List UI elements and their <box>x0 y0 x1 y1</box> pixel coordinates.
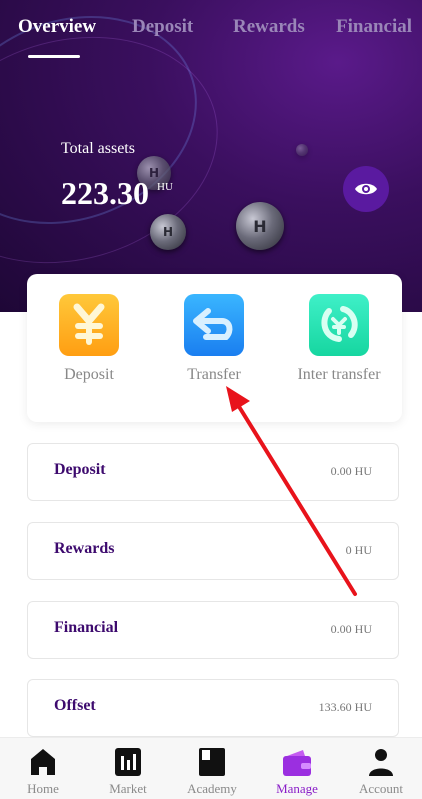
row-value: 0.00 HU <box>330 464 372 478</box>
nav-manage[interactable]: Manage <box>262 746 332 797</box>
deposit-action-button[interactable]: Deposit <box>34 294 144 384</box>
user-icon <box>369 749 393 776</box>
bottom-navigation: Home Market Academy Manage Account <box>0 737 422 799</box>
total-assets-unit: HU <box>157 181 173 193</box>
row-title: Deposit <box>54 461 106 478</box>
nav-label: Market <box>109 781 147 796</box>
total-assets-value: 223.30 <box>61 175 149 211</box>
chart-icon <box>115 748 141 776</box>
toggle-visibility-button[interactable] <box>343 166 389 212</box>
coin-decoration: H <box>150 214 186 250</box>
tab-rewards[interactable]: Rewards <box>233 16 305 38</box>
nav-label: Manage <box>276 781 318 796</box>
transfer-action-label: Transfer <box>187 366 241 383</box>
nav-market[interactable]: Market <box>93 746 163 797</box>
rewards-row[interactable]: Rewards 0 HU <box>27 522 399 580</box>
quick-actions-card: Deposit Transfer Inter transfer <box>27 274 402 422</box>
home-icon <box>31 749 55 775</box>
inter-transfer-action-label: Inter transfer <box>297 366 381 383</box>
row-value: 133.60 HU <box>318 700 372 714</box>
financial-row[interactable]: Financial 0.00 HU <box>27 601 399 659</box>
nav-academy[interactable]: Academy <box>177 746 247 797</box>
row-title: Offset <box>54 697 96 714</box>
nav-label: Account <box>358 781 404 796</box>
coin-decoration: H <box>236 202 284 250</box>
inter-transfer-action-button[interactable]: Inter transfer <box>284 294 394 384</box>
assets-header: Overview Deposit Rewards Financial H H H… <box>0 0 422 312</box>
top-tabs: Overview Deposit Rewards Financial <box>0 0 422 60</box>
wallet-icon <box>283 750 311 776</box>
tab-deposit[interactable]: Deposit <box>132 16 193 38</box>
tab-overview[interactable]: Overview <box>18 16 96 38</box>
transfer-arrow-icon <box>184 294 244 356</box>
nav-label: Home <box>27 781 59 796</box>
coin-decoration <box>296 144 308 156</box>
row-title: Rewards <box>54 540 115 557</box>
deposit-action-label: Deposit <box>64 366 114 383</box>
total-assets-label: Total assets <box>61 140 135 157</box>
offset-row[interactable]: Offset 133.60 HU <box>27 679 399 737</box>
yuan-icon <box>59 294 119 356</box>
nav-label: Academy <box>187 781 237 796</box>
eye-icon <box>355 183 377 195</box>
row-value: 0.00 HU <box>330 622 372 636</box>
exchange-icon <box>309 294 369 356</box>
nav-account[interactable]: Account <box>346 746 416 797</box>
tab-financial[interactable]: Financial <box>336 16 412 38</box>
nav-home[interactable]: Home <box>8 746 78 797</box>
row-title: Financial <box>54 619 119 636</box>
transfer-action-button[interactable]: Transfer <box>159 294 269 384</box>
deposit-row[interactable]: Deposit 0.00 HU <box>27 443 399 501</box>
book-icon <box>199 748 225 776</box>
row-value: 0 HU <box>345 543 372 557</box>
active-tab-indicator <box>28 55 80 58</box>
